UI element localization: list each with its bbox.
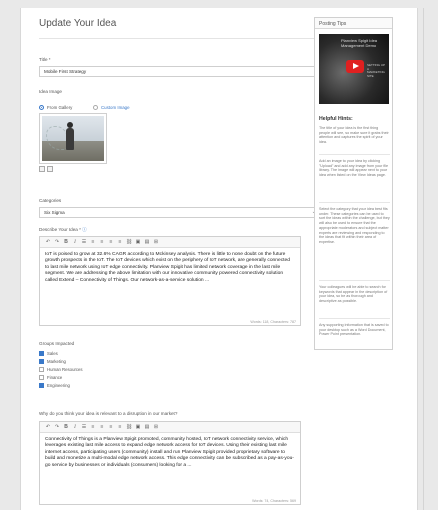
posting-tips-panel: Posting Tips Planview Spigit Idea Manage…	[314, 17, 393, 350]
undo-icon[interactable]: ↶	[44, 238, 52, 246]
align-right-icon[interactable]: ≡	[116, 423, 124, 431]
numbered-list-icon[interactable]: ≡	[89, 423, 97, 431]
group-checkbox-sales[interactable]	[39, 351, 44, 356]
group-label-finance: Finance	[47, 375, 63, 380]
from-gallery-label[interactable]: From Gallery	[47, 105, 72, 110]
disruption-text[interactable]: Connectivity of Things is a Planview Spi…	[40, 433, 300, 497]
group-checkbox-human-resources[interactable]	[39, 367, 44, 372]
edit-icon[interactable]	[39, 166, 45, 172]
group-label-sales: Sales	[47, 351, 58, 356]
italic-icon[interactable]: I	[71, 423, 79, 431]
video-title: Planview Spigit Idea Management Demo	[341, 38, 378, 48]
bold-icon[interactable]: B	[62, 423, 70, 431]
page-title: Update Your Idea	[39, 18, 117, 29]
editor-toolbar: ↶ ↷ B I ☰ ≡ ≡ ≡ ≡ ⛓ ▣ ▤ ⊞	[40, 422, 300, 433]
redo-icon[interactable]: ↷	[53, 238, 61, 246]
categories-value: Six Sigma	[44, 210, 65, 215]
delete-icon[interactable]	[47, 166, 53, 172]
info-icon[interactable]: ⓘ	[82, 227, 87, 232]
custom-image-label[interactable]: Custom Image	[101, 105, 130, 110]
group-label-human-resources: Human Resources	[47, 367, 83, 372]
bullet-list-icon[interactable]: ☰	[80, 423, 88, 431]
helpful-hints-heading: Helpful Hints:	[319, 116, 353, 122]
group-checkbox-marketing[interactable]	[39, 359, 44, 364]
video-caption: SETTING UP A MARKETING SITE	[367, 63, 385, 78]
posting-tips-header: Posting Tips	[315, 18, 392, 29]
align-left-icon[interactable]: ≡	[98, 423, 106, 431]
hint-paragraph: Select the category that your idea best …	[319, 207, 390, 244]
align-center-icon[interactable]: ≡	[107, 238, 115, 246]
word-count: Words: 118, Characters: 787	[250, 320, 296, 324]
hint-paragraph: Add an image to your idea by clicking "U…	[319, 159, 389, 178]
play-icon[interactable]	[346, 60, 364, 73]
hint-paragraph: The title of your idea is the first thin…	[319, 126, 389, 145]
hint-paragraph: Your colleagues will be able to search f…	[319, 285, 388, 304]
divider	[39, 38, 321, 39]
group-checkbox-finance[interactable]	[39, 375, 44, 380]
align-right-icon[interactable]: ≡	[116, 238, 124, 246]
word-count: Words: 74, Characters: 569	[252, 499, 296, 503]
demo-video[interactable]: Planview Spigit Idea Management Demo SET…	[319, 34, 389, 104]
group-label-marketing: Marketing	[47, 359, 66, 364]
align-left-icon[interactable]: ≡	[98, 238, 106, 246]
image-icon[interactable]: ▣	[134, 238, 142, 246]
table-icon[interactable]: ⊞	[152, 238, 160, 246]
group-label-engineering: Engineering	[47, 383, 70, 388]
scrollbar-edge	[423, 8, 424, 510]
title-label: Title *	[39, 57, 51, 62]
redo-icon[interactable]: ↷	[53, 423, 61, 431]
describe-text[interactable]: IoT is poised to grow at 32.6% CAGR acco…	[40, 248, 300, 319]
group-checkbox-engineering[interactable]	[39, 383, 44, 388]
align-center-icon[interactable]: ≡	[107, 423, 115, 431]
disruption-label: Why do you think your idea is relevant t…	[39, 411, 178, 416]
hint-paragraph: Any supporting information that is saved…	[319, 323, 389, 337]
image-icon[interactable]: ▣	[134, 423, 142, 431]
from-gallery-radio[interactable]	[39, 105, 44, 110]
bold-icon[interactable]: B	[62, 238, 70, 246]
idea-image-thumbnail	[39, 113, 107, 164]
runner-with-shadow-image	[42, 116, 104, 161]
groups-label: Groups Impacted	[39, 341, 75, 346]
undo-icon[interactable]: ↶	[44, 423, 52, 431]
bullet-list-icon[interactable]: ☰	[80, 238, 88, 246]
describe-editor[interactable]: ↶ ↷ B I ☰ ≡ ≡ ≡ ≡ ⛓ ▣ ▤ ⊞ IoT is poised …	[39, 236, 301, 326]
custom-image-radio[interactable]	[93, 105, 98, 110]
editor-toolbar: ↶ ↷ B I ☰ ≡ ≡ ≡ ≡ ⛓ ▣ ▤ ⊞	[40, 237, 300, 248]
link-icon[interactable]: ⛓	[125, 238, 133, 246]
media-icon[interactable]: ▤	[143, 423, 151, 431]
disruption-editor[interactable]: ↶ ↷ B I ☰ ≡ ≡ ≡ ≡ ⛓ ▣ ▤ ⊞ Connectivity o…	[39, 421, 301, 505]
table-icon[interactable]: ⊞	[152, 423, 160, 431]
page: Update Your Idea Title * Mobile First St…	[20, 8, 418, 510]
describe-label: Describe Your Idea * ⓘ	[39, 227, 87, 232]
categories-label: Categories	[39, 198, 62, 203]
italic-icon[interactable]: I	[71, 238, 79, 246]
numbered-list-icon[interactable]: ≡	[89, 238, 97, 246]
media-icon[interactable]: ▤	[143, 238, 151, 246]
idea-image-label: Idea Image	[39, 89, 62, 94]
link-icon[interactable]: ⛓	[125, 423, 133, 431]
title-input[interactable]: Mobile First Strategy	[39, 66, 321, 77]
categories-select[interactable]: Six Sigma ⌄	[39, 207, 321, 218]
